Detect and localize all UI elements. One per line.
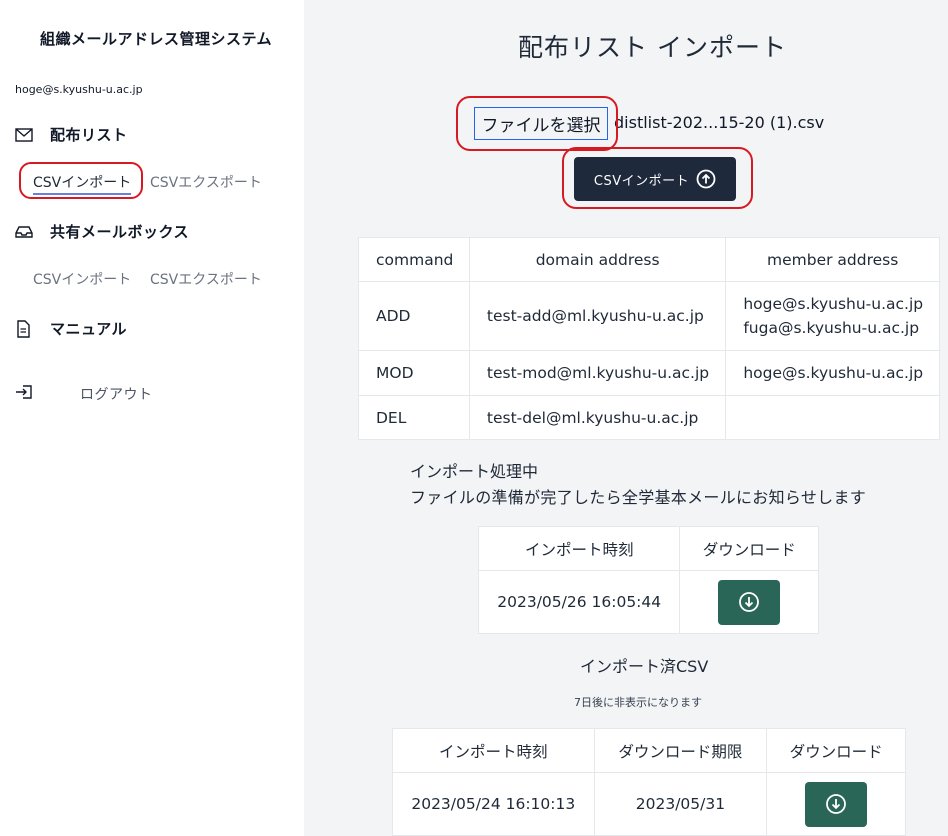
- member-address: hoge@s.kyushu-u.ac.jp: [743, 364, 924, 382]
- nav-label: 共有メールボックス: [50, 223, 190, 241]
- upload-icon: [696, 169, 716, 189]
- subnav-dist-csv-import[interactable]: CSVインポート: [33, 172, 132, 195]
- logout-label: ログアウト: [80, 387, 153, 403]
- table-row: ADD test-add@ml.kyushu-u.ac.jp hoge@s.ky…: [358, 281, 940, 351]
- column-header: インポート時刻: [477, 526, 681, 571]
- column-header: command: [358, 237, 470, 282]
- imported-csv-title: インポート済CSV: [580, 657, 709, 676]
- member-cell: [725, 395, 940, 440]
- subnav-shared-csv-import[interactable]: CSVインポート: [33, 269, 131, 289]
- table-row: MOD test-mod@ml.kyushu-u.ac.jp hoge@s.ky…: [358, 350, 940, 396]
- member-address: fuga@s.kyushu-u.ac.jp: [743, 319, 920, 337]
- subnav-shared-csv-export[interactable]: CSVエクスポート: [150, 269, 262, 289]
- download-button[interactable]: [718, 579, 781, 625]
- choose-file-button[interactable]: ファイルを選択: [474, 107, 608, 140]
- app-title: 組織メールアドレス管理システム: [40, 30, 273, 48]
- table-row: 2023/05/26 16:05:44: [477, 570, 819, 634]
- command-cell: MOD: [358, 350, 470, 396]
- page-title: 配布リスト インポート: [518, 33, 787, 62]
- column-header: ダウンロード: [679, 526, 819, 571]
- column-header: ダウンロード期限: [593, 728, 768, 773]
- inbox-icon: [15, 223, 37, 241]
- mail-icon: [15, 126, 37, 144]
- domain-cell: test-add@ml.kyushu-u.ac.jp: [468, 281, 727, 351]
- command-cell: DEL: [358, 395, 470, 440]
- user-email: hoge@s.kyushu-u.ac.jp: [15, 83, 143, 96]
- preview-table: command domain address member address AD…: [358, 237, 940, 440]
- column-header: インポート時刻: [392, 728, 595, 773]
- command-cell: ADD: [358, 281, 470, 351]
- member-address: hoge@s.kyushu-u.ac.jp: [743, 295, 924, 313]
- processing-status: インポート処理中: [410, 462, 539, 481]
- table-header-row: インポート時刻 ダウンロード: [477, 526, 819, 571]
- imported-csv-note: 7日後に非表示になります: [574, 696, 702, 709]
- download-icon: [826, 794, 847, 814]
- table-row: 2023/05/24 16:10:13 2023/05/31: [392, 772, 906, 836]
- processing-table: インポート時刻 ダウンロード 2023/05/26 16:05:44: [477, 526, 819, 634]
- selected-file-name: distlist-202...15-20 (1).csv: [614, 113, 825, 132]
- nav-label: 配布リスト: [50, 126, 128, 144]
- import-time-cell: 2023/05/24 16:10:13: [392, 772, 595, 836]
- table-header-row: command domain address member address: [358, 237, 940, 282]
- nav-manual[interactable]: マニュアル: [15, 318, 127, 339]
- table-row: DEL test-del@ml.kyushu-u.ac.jp: [358, 395, 940, 440]
- nav-distribution-list[interactable]: 配布リスト: [15, 124, 128, 145]
- document-icon: [15, 319, 37, 338]
- table-header-row: インポート時刻 ダウンロード期限 ダウンロード: [392, 728, 906, 773]
- logout-link[interactable]: ログアウト: [15, 384, 153, 404]
- import-button-label: CSVインポート: [593, 173, 690, 189]
- csv-import-button[interactable]: CSVインポート: [574, 157, 736, 201]
- column-header: ダウンロード: [766, 728, 906, 773]
- subnav-dist-csv-export[interactable]: CSVエクスポート: [150, 172, 262, 192]
- download-cell: [766, 772, 906, 836]
- deadline-cell: 2023/05/31: [593, 772, 768, 836]
- nav-shared-mailbox[interactable]: 共有メールボックス: [15, 221, 189, 242]
- import-time-cell: 2023/05/26 16:05:44: [477, 570, 681, 634]
- logout-icon: [15, 384, 33, 404]
- download-icon: [739, 592, 760, 612]
- imported-table: インポート時刻 ダウンロード期限 ダウンロード 2023/05/24 16:10…: [392, 728, 906, 836]
- column-header: domain address: [468, 237, 727, 282]
- main-content: 配布リスト インポート ファイルを選択 distlist-202...15-20…: [304, 0, 948, 836]
- domain-cell: test-del@ml.kyushu-u.ac.jp: [468, 395, 727, 440]
- member-cell: hoge@s.kyushu-u.ac.jp: [725, 350, 940, 396]
- domain-cell: test-mod@ml.kyushu-u.ac.jp: [468, 350, 727, 396]
- column-header: member address: [725, 237, 940, 282]
- processing-message: ファイルの準備が完了したら全学基本メールにお知らせします: [410, 488, 867, 507]
- download-button[interactable]: [805, 781, 868, 827]
- nav-label: マニュアル: [50, 320, 128, 338]
- sidebar: 組織メールアドレス管理システム hoge@s.kyushu-u.ac.jp 配布…: [0, 0, 304, 836]
- member-cell: hoge@s.kyushu-u.ac.jp fuga@s.kyushu-u.ac…: [725, 281, 940, 351]
- download-cell: [679, 570, 819, 634]
